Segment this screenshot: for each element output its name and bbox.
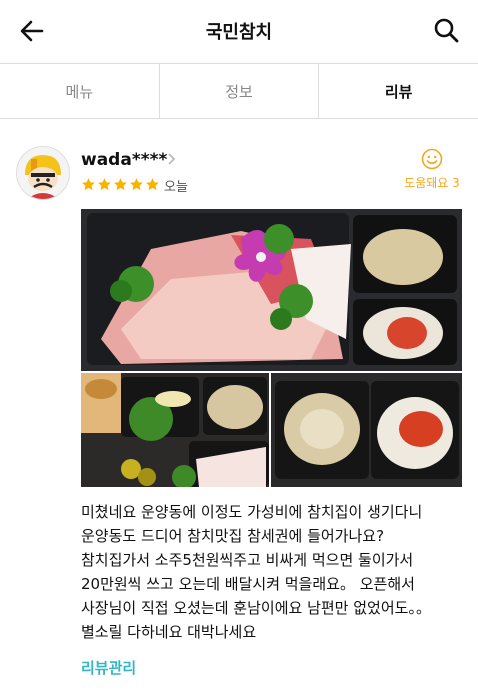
review-date: 오늘	[164, 180, 188, 195]
review-photos[interactable]	[81, 209, 462, 487]
page-title: 국민참치	[205, 22, 273, 43]
avatar[interactable]	[16, 146, 70, 200]
helpful-label: 도움돼요 3	[404, 176, 460, 190]
helpful-button[interactable]: 도움돼요 3	[402, 148, 462, 191]
star-icon	[146, 178, 159, 191]
star-icon	[82, 178, 95, 191]
search-icon[interactable]	[432, 16, 460, 44]
tab-reviews[interactable]: 리뷰	[319, 64, 478, 118]
chevron-right-icon[interactable]	[165, 152, 177, 166]
review-photo-3[interactable]	[271, 373, 462, 487]
review-photo-2[interactable]	[81, 373, 269, 487]
avatar-character-icon	[17, 147, 69, 199]
review-text: 미쳤네요 운양동에 이정도 가성비에 참치집이 생기다니 운양동도 드디어 참치…	[81, 503, 431, 641]
tab-menu[interactable]: 메뉴	[0, 64, 160, 118]
review-manage-link[interactable]: 리뷰관리	[81, 657, 136, 678]
star-icon	[114, 178, 127, 191]
star-rating	[81, 177, 160, 192]
star-icon	[98, 178, 111, 191]
app-bar: 국민참치	[0, 0, 478, 62]
star-icon	[130, 178, 143, 191]
review-photo-main[interactable]	[81, 209, 462, 371]
review-username[interactable]: wada****	[81, 150, 167, 170]
smile-icon	[421, 148, 443, 170]
tab-bar: 메뉴 정보 리뷰	[0, 63, 478, 119]
tab-info[interactable]: 정보	[160, 64, 320, 118]
